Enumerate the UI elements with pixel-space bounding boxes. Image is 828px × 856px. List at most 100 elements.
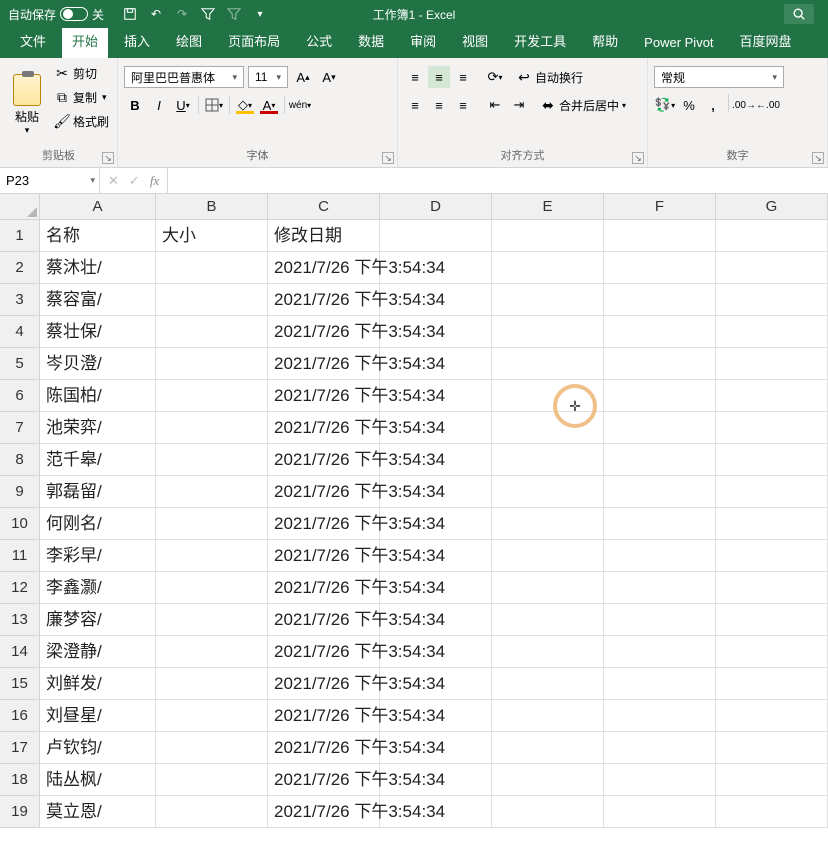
cell[interactable]: 刘昼星/ (40, 700, 156, 732)
cell[interactable]: 2021/7/26 下午3:54:34 (268, 796, 380, 828)
cell[interactable] (156, 540, 268, 572)
cell[interactable]: 2021/7/26 下午3:54:34 (268, 732, 380, 764)
paste-button[interactable]: 粘贴 ▾ (6, 62, 48, 147)
cell[interactable] (156, 604, 268, 636)
cell[interactable]: 陆丛枫/ (40, 764, 156, 796)
cell[interactable] (716, 348, 828, 380)
cell[interactable] (604, 604, 716, 636)
cell[interactable]: 2021/7/26 下午3:54:34 (268, 700, 380, 732)
cell[interactable] (604, 732, 716, 764)
row-header[interactable]: 7 (0, 412, 40, 444)
font-name-combo[interactable]: 阿里巴巴普惠体▾ (124, 66, 244, 88)
fx-icon[interactable]: fx (150, 173, 159, 189)
select-all-corner[interactable] (0, 194, 40, 220)
enter-icon[interactable]: ✓ (129, 173, 140, 189)
cell[interactable] (156, 796, 268, 828)
cell[interactable] (492, 380, 604, 412)
align-left-button[interactable]: ≡ (404, 94, 426, 116)
cell[interactable] (380, 220, 492, 252)
cell[interactable]: 2021/7/26 下午3:54:34 (268, 316, 380, 348)
decrease-decimal-button[interactable]: ←.00 (757, 94, 779, 116)
cell[interactable] (716, 732, 828, 764)
row-header[interactable]: 2 (0, 252, 40, 284)
cell[interactable]: 陈国柏/ (40, 380, 156, 412)
percent-button[interactable]: % (678, 94, 700, 116)
merge-center-button[interactable]: ⬌合并后居中▾ (540, 94, 626, 116)
cell[interactable] (156, 316, 268, 348)
cell[interactable]: 2021/7/26 下午3:54:34 (268, 348, 380, 380)
cell[interactable]: 蔡壮保/ (40, 316, 156, 348)
accounting-format-button[interactable]: 💱▾ (654, 94, 676, 116)
cell[interactable]: 李鑫灏/ (40, 572, 156, 604)
cell[interactable] (492, 220, 604, 252)
cell[interactable] (156, 700, 268, 732)
cell[interactable] (716, 508, 828, 540)
row-header[interactable]: 1 (0, 220, 40, 252)
cell[interactable]: 岑贝澄/ (40, 348, 156, 380)
dialog-launcher-icon[interactable]: ↘ (382, 152, 394, 164)
row-header[interactable]: 6 (0, 380, 40, 412)
cell[interactable]: 2021/7/26 下午3:54:34 (268, 412, 380, 444)
dialog-launcher-icon[interactable]: ↘ (812, 152, 824, 164)
cell[interactable] (492, 604, 604, 636)
bold-button[interactable]: B (124, 94, 146, 116)
cell[interactable] (604, 316, 716, 348)
row-header[interactable]: 13 (0, 604, 40, 636)
column-header-C[interactable]: C (268, 194, 380, 220)
tab-插入[interactable]: 插入 (114, 25, 160, 58)
orientation-button[interactable]: ⟳▾ (484, 66, 506, 88)
cell[interactable] (604, 252, 716, 284)
cell[interactable] (156, 444, 268, 476)
cell[interactable]: 2021/7/26 下午3:54:34 (268, 764, 380, 796)
cell[interactable]: 蔡沐壮/ (40, 252, 156, 284)
cell[interactable] (716, 636, 828, 668)
phonetic-button[interactable]: wén▾ (289, 94, 311, 116)
column-header-A[interactable]: A (40, 194, 156, 220)
cell[interactable]: 廉梦容/ (40, 604, 156, 636)
spreadsheet-grid[interactable]: ABCDEFG 1名称大小修改日期2蔡沐壮/2021/7/26 下午3:54:3… (0, 194, 828, 828)
cell[interactable] (156, 764, 268, 796)
decrease-font-button[interactable]: A▾ (318, 66, 340, 88)
copy-button[interactable]: ⧉复制▾ (54, 86, 109, 108)
cell[interactable]: 名称 (40, 220, 156, 252)
undo-icon[interactable]: ↶ (148, 6, 164, 22)
cell[interactable] (604, 348, 716, 380)
cell[interactable] (492, 636, 604, 668)
cell[interactable] (604, 540, 716, 572)
cell[interactable]: 莫立恩/ (40, 796, 156, 828)
column-header-G[interactable]: G (716, 194, 828, 220)
cell[interactable]: 2021/7/26 下午3:54:34 (268, 284, 380, 316)
cell[interactable] (156, 476, 268, 508)
cell[interactable] (716, 476, 828, 508)
cell[interactable] (492, 316, 604, 348)
cell[interactable]: 2021/7/26 下午3:54:34 (268, 476, 380, 508)
wrap-text-button[interactable]: ↩自动换行 (516, 66, 583, 88)
cell[interactable] (716, 668, 828, 700)
increase-font-button[interactable]: A▴ (292, 66, 314, 88)
format-painter-button[interactable]: 🖌格式刷 (54, 110, 109, 132)
row-header[interactable]: 19 (0, 796, 40, 828)
cell[interactable] (492, 796, 604, 828)
tab-开发工具[interactable]: 开发工具 (504, 25, 576, 58)
cell[interactable] (156, 636, 268, 668)
save-icon[interactable] (122, 6, 138, 22)
row-header[interactable]: 17 (0, 732, 40, 764)
cell[interactable] (492, 412, 604, 444)
cell[interactable] (604, 220, 716, 252)
autosave-toggle[interactable]: 自动保存 关 (0, 6, 112, 23)
cell[interactable] (604, 796, 716, 828)
cell[interactable]: 蔡容富/ (40, 284, 156, 316)
cell[interactable] (156, 508, 268, 540)
align-top-button[interactable]: ≡ (404, 66, 426, 88)
cancel-icon[interactable]: ✕ (108, 173, 119, 189)
dialog-launcher-icon[interactable]: ↘ (632, 152, 644, 164)
cell[interactable] (492, 540, 604, 572)
cut-button[interactable]: ✂剪切 (54, 62, 109, 84)
dialog-launcher-icon[interactable]: ↘ (102, 152, 114, 164)
cell[interactable] (716, 316, 828, 348)
cell[interactable] (604, 444, 716, 476)
borders-button[interactable]: ▾ (203, 94, 225, 116)
cell[interactable] (156, 252, 268, 284)
cell[interactable]: 2021/7/26 下午3:54:34 (268, 572, 380, 604)
cell[interactable]: 李彩早/ (40, 540, 156, 572)
